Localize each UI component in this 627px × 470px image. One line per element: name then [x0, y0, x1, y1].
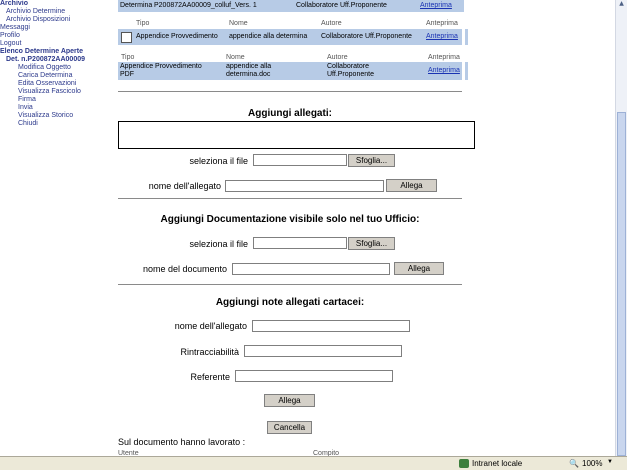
row-checkbox[interactable] [121, 32, 132, 43]
col-header-nome: Nome [229, 20, 248, 27]
attachment-name-label: nome dell'allegato [148, 181, 221, 191]
note-name-label: nome dell'allegato [174, 321, 247, 331]
col-header-autore: Autore [327, 54, 348, 61]
nav-invia[interactable]: Invia [0, 104, 112, 112]
scroll-up-icon[interactable]: ▲ [617, 0, 626, 8]
document-name-input[interactable] [232, 263, 390, 275]
preview-link[interactable]: Anteprima [428, 67, 460, 74]
attachments-list-box [118, 121, 475, 149]
nav-visualizza-fascicolo[interactable]: Visualizza Fascicolo [0, 88, 112, 96]
zoom-icon: 🔍 [569, 459, 579, 468]
cell-tipo: Appendice Provvedimento [136, 33, 218, 40]
attach-button[interactable]: Allega [264, 394, 315, 407]
traceability-input[interactable] [244, 345, 402, 357]
nav-firma[interactable]: Firma [0, 96, 112, 104]
cell-autore: Collaboratore Uff.Proponente [321, 33, 412, 40]
nav-archivio-disposizioni[interactable]: Archivio Disposizioni [0, 16, 112, 24]
vertical-scrollbar[interactable]: ▲ [615, 0, 627, 456]
nav-messaggi[interactable]: Messaggi [0, 24, 112, 32]
row-edge [462, 0, 464, 12]
section-title-note: Aggiungi note allegati cartacei: [215, 297, 365, 308]
col-header-nome: Nome [226, 54, 245, 61]
nav-archivio-determine[interactable]: Archivio Determine [0, 8, 112, 16]
row-edge [465, 29, 468, 45]
zone-label: Intranet locale [472, 459, 523, 468]
table-row: Appendice Provvedimento PDF appendice al… [118, 62, 462, 80]
nav-carica-determina[interactable]: Carica Determina [0, 72, 112, 80]
attachment-name-input[interactable] [225, 180, 384, 192]
cell-nome: appendice alla determina [229, 33, 308, 40]
attach-button[interactable]: Allega [386, 179, 437, 192]
nav-logout[interactable]: Logout [0, 40, 112, 48]
document-name-label: nome del documento [142, 264, 227, 274]
cell-nome: P200872AA00009_colluf_Vers. 1 [154, 2, 257, 9]
cell-tipo: Determina [120, 2, 153, 9]
cell-autore: Collaboratore Uff.Proponente [296, 2, 387, 9]
left-navigation: Archivio Archivio Determine Archivio Dis… [0, 0, 112, 455]
col-header-anteprima: Anteprima [428, 54, 460, 61]
cell-tipo-line2: PDF [120, 71, 134, 78]
divider [118, 198, 462, 199]
divider [118, 91, 462, 92]
file-input[interactable] [253, 237, 347, 249]
cell-autore: Collaboratore [327, 63, 370, 70]
nav-archivio[interactable]: Archivio [0, 0, 112, 8]
nav-elenco-determine-aperte[interactable]: Elenco Determine Aperte [0, 48, 112, 56]
file-label: seleziona il file [189, 156, 248, 166]
traceability-label: Rintracciabilità [180, 347, 239, 357]
preview-link[interactable]: Anteprima [420, 2, 452, 9]
table-row: Determina P200872AA00009_colluf_Vers. 1 … [118, 0, 462, 12]
cell-nome: appendice alla [226, 63, 272, 70]
divider [118, 284, 462, 285]
attach-button[interactable]: Allega [394, 262, 444, 275]
note-name-input[interactable] [252, 320, 410, 332]
referent-input[interactable] [235, 370, 393, 382]
status-bar: Intranet locale 🔍 100% ▼ [0, 456, 627, 470]
worked-on-title: Sul documento hanno lavorato : [118, 437, 246, 447]
browse-button[interactable]: Sfoglia... [348, 237, 395, 250]
cell-tipo: Appendice Provvedimento [120, 63, 202, 70]
browse-button[interactable]: Sfoglia... [348, 154, 395, 167]
section-title-documentazione: Aggiungi Documentazione visibile solo ne… [160, 214, 420, 225]
col-header-tipo: Tipo [121, 54, 135, 61]
scroll-thumb[interactable] [617, 112, 626, 456]
nav-visualizza-storico[interactable]: Visualizza Storico [0, 112, 112, 120]
table-row: Appendice Provvedimento appendice alla d… [118, 29, 462, 45]
file-label: seleziona il file [189, 239, 248, 249]
nav-modifica-oggetto[interactable]: Modifica Oggetto [0, 64, 112, 72]
preview-link[interactable]: Anteprima [426, 33, 458, 40]
row-edge [465, 62, 468, 80]
nav-profilo[interactable]: Profilo [0, 32, 112, 40]
referent-label: Referente [190, 372, 230, 382]
col-header-tipo: Tipo [136, 20, 150, 27]
cell-autore-line2: Uff.Proponente [327, 71, 374, 78]
nav-det-number[interactable]: Det. n.P200872AA00009 [0, 56, 112, 64]
section-title-allegati: Aggiungi allegati: [248, 108, 332, 119]
chevron-down-icon[interactable]: ▼ [607, 459, 613, 465]
file-input[interactable] [253, 154, 347, 166]
col-header-anteprima: Anteprima [426, 20, 458, 27]
nav-edita-osservazioni[interactable]: Edita Osservazioni [0, 80, 112, 88]
nav-chiudi[interactable]: Chiudi [0, 120, 112, 128]
zoom-level[interactable]: 100% [582, 459, 602, 468]
cell-nome-line2: determina.doc [226, 71, 271, 78]
cancel-button[interactable]: Cancella [267, 421, 312, 434]
intranet-icon [459, 459, 469, 468]
col-header-autore: Autore [321, 20, 342, 27]
